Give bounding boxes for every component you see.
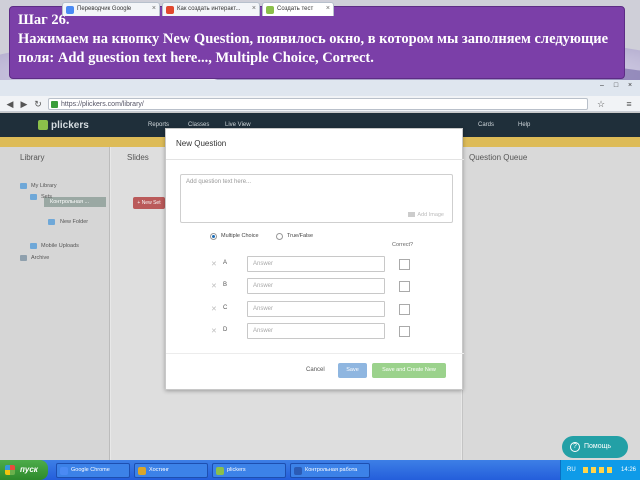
answer-d-input[interactable]: Answer <box>247 323 385 339</box>
remove-answer-b-icon[interactable]: ✕ <box>211 282 217 290</box>
browser-tab-bar <box>0 80 640 96</box>
sidebar-item-archive[interactable]: Archive <box>31 255 49 261</box>
save-button[interactable]: Save <box>338 363 367 378</box>
phone-icon <box>30 243 37 249</box>
save-and-create-new-button[interactable]: Save and Create New <box>372 363 446 378</box>
clock: 14:26 <box>620 467 636 473</box>
sidebar-item-current-set[interactable]: Контрольная ... <box>50 199 89 205</box>
minimize-icon[interactable]: – <box>596 81 608 90</box>
answer-d-correct-checkbox[interactable] <box>399 326 410 337</box>
lock-icon <box>51 101 58 108</box>
modal-title: New Question <box>176 139 227 148</box>
translate-icon <box>66 6 74 14</box>
nav-help[interactable]: Help <box>518 122 530 128</box>
plickers-tab-icon <box>266 6 274 14</box>
close-window-icon[interactable]: × <box>624 81 636 90</box>
start-button[interactable]: пуск <box>0 460 48 480</box>
library-sidebar: Library My Library Sets Контрольная ... … <box>0 147 110 460</box>
answer-c-letter: C <box>223 305 228 311</box>
add-image-button[interactable]: Add Image <box>408 212 444 218</box>
browser-tab-translate[interactable]: Переводчик Google × <box>62 2 160 16</box>
folder-icon <box>20 183 27 189</box>
cancel-button[interactable]: Cancel <box>306 367 325 373</box>
question-mark-icon: ? <box>570 442 580 452</box>
answer-b-correct-checkbox[interactable] <box>399 281 410 292</box>
answer-a-input[interactable]: Answer <box>247 256 385 272</box>
taskbar-item-hosting[interactable]: Хостинг <box>134 463 208 478</box>
close-icon[interactable]: × <box>326 5 330 12</box>
word-icon <box>294 467 302 475</box>
taskbar-item-plickers[interactable]: plickers <box>212 463 286 478</box>
modal-divider <box>166 159 464 160</box>
queue-title: Question Queue <box>469 153 528 162</box>
true-false-radio[interactable] <box>276 233 283 240</box>
taskbar-item-document[interactable]: Контрольная работа <box>290 463 370 478</box>
answer-a-correct-checkbox[interactable] <box>399 259 410 270</box>
instruction-box: Шаг 26. Нажимаем на кнопку New Question,… <box>9 6 625 79</box>
new-set-button[interactable]: + New Set <box>133 197 165 209</box>
plickers-logo-icon <box>38 120 48 130</box>
close-icon[interactable]: × <box>152 5 156 12</box>
folder-icon <box>138 467 146 475</box>
answer-c-correct-checkbox[interactable] <box>399 304 410 315</box>
windows-flag-icon <box>5 465 15 475</box>
remove-answer-a-icon[interactable]: ✕ <box>211 260 217 268</box>
menu-icon[interactable]: ≡ <box>624 99 634 109</box>
correct-column-label: Correct? <box>392 242 414 248</box>
answer-c-input[interactable]: Answer <box>247 301 385 317</box>
chrome-icon <box>60 467 68 475</box>
sidebar-item-my-library[interactable]: My Library <box>31 183 57 189</box>
question-queue-column: Question Queue <box>462 147 640 460</box>
archive-icon <box>20 255 27 261</box>
reload-icon[interactable]: ↻ <box>33 99 43 109</box>
new-question-modal: New Question Add question text here... A… <box>165 128 464 390</box>
remove-answer-c-icon[interactable]: ✕ <box>211 305 217 313</box>
folder-icon <box>48 219 55 225</box>
image-icon <box>408 212 416 218</box>
forward-icon[interactable]: ▶ <box>19 99 29 109</box>
maximize-icon[interactable]: □ <box>610 81 622 90</box>
answer-b-input[interactable]: Answer <box>247 278 385 294</box>
answer-b-letter: B <box>223 282 228 288</box>
multiple-choice-radio[interactable] <box>210 233 217 240</box>
sets-column-title: Slides <box>127 153 149 162</box>
close-icon[interactable]: × <box>252 5 256 12</box>
sidebar-item-new-folder[interactable]: New Folder <box>60 219 88 225</box>
browser-tab-plickers[interactable]: Создать тест × <box>262 2 334 16</box>
step-instruction: Нажимаем на кнопку New Question, появило… <box>18 31 609 66</box>
tray-icons <box>583 467 613 473</box>
nav-cards[interactable]: Cards <box>478 122 494 128</box>
document-icon <box>166 6 174 14</box>
language-indicator[interactable]: RU <box>567 460 576 480</box>
answer-a-letter: A <box>223 260 228 266</box>
multiple-choice-label: Multiple Choice <box>221 233 259 239</box>
remove-answer-d-icon[interactable]: ✕ <box>211 327 217 335</box>
system-tray: RU 14:26 <box>560 460 640 480</box>
question-placeholder: Add question text here... <box>186 179 252 185</box>
taskbar-item-chrome[interactable]: Google Chrome <box>56 463 130 478</box>
bookmark-star-icon[interactable]: ☆ <box>596 99 606 109</box>
question-text-input[interactable]: Add question text here... Add Image <box>180 174 453 223</box>
answer-d-letter: D <box>223 327 228 333</box>
back-icon[interactable]: ◀ <box>5 99 15 109</box>
browser-icon <box>216 467 224 475</box>
browser-tab-guide[interactable]: Как создать интеракт... × <box>162 2 260 16</box>
url-field[interactable]: https://plickers.com/library/ <box>48 98 588 110</box>
app-logo[interactable]: plickers <box>51 120 89 131</box>
true-false-label: True/False <box>287 233 314 239</box>
folder-icon <box>30 194 37 200</box>
modal-footer-divider <box>166 353 464 354</box>
help-button[interactable]: ? Помощь <box>562 436 628 458</box>
sidebar-item-mobile-uploads[interactable]: Mobile Uploads <box>41 243 79 249</box>
library-title: Library <box>20 153 45 162</box>
